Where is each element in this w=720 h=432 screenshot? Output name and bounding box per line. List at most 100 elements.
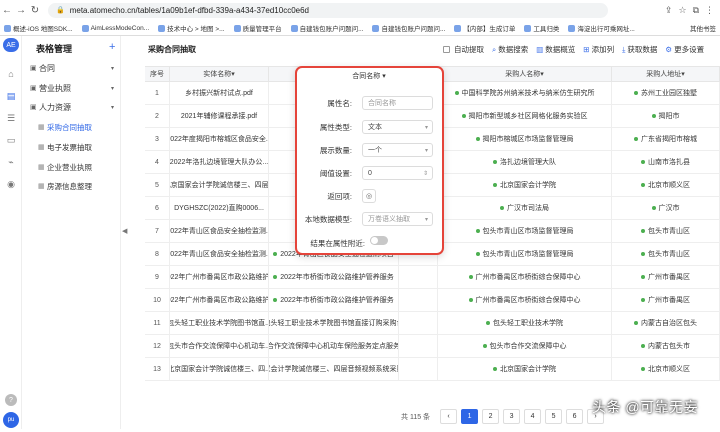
table-cell-buyer[interactable]: 包头市合作交流保障中心	[438, 335, 612, 358]
page-button[interactable]: 6	[566, 409, 584, 424]
table-cell-idx[interactable]: 6	[145, 197, 170, 220]
page-button[interactable]: 5	[545, 409, 563, 424]
table-cell-extra[interactable]	[399, 335, 438, 358]
table-cell-entity[interactable]: 2021年辅修课程承接.pdf	[170, 105, 269, 128]
page-button[interactable]: 2	[482, 409, 500, 424]
table-cell-entity[interactable]: 2022年广州市番禺区市政公路维护...	[170, 289, 269, 312]
table-cell-buyer[interactable]: 揭阳市新型城乡社区网格化服务实验区	[438, 105, 612, 128]
avatar[interactable]: pu	[3, 412, 19, 428]
table-cell-addr[interactable]: 广汉市	[612, 197, 720, 220]
app-logo[interactable]: AE	[3, 38, 19, 52]
table-cell-idx[interactable]: 11	[145, 312, 170, 335]
more-settings-button[interactable]: ⚙ 更多设置	[665, 44, 704, 55]
dialog-title[interactable]: 合同名称 ▾	[297, 71, 441, 81]
header-buyer-name[interactable]: 采购人名称 ▾	[438, 67, 612, 82]
table-cell-entity[interactable]: 包头市合作交流保障中心机动车...	[170, 335, 269, 358]
table-cell-addr[interactable]: 内蒙古自治区包头	[612, 312, 720, 335]
table-cell-entity[interactable]: 2022年度揭阳市榕城区食品安全...	[170, 128, 269, 151]
back-icon[interactable]: ←	[0, 3, 14, 17]
table-cell-contract[interactable]: 包头轻工职业技术学院图书馆直接订购采购合同	[269, 312, 399, 335]
table-cell-extra[interactable]	[399, 358, 438, 381]
table-cell-buyer[interactable]: 包头市青山区市场监督管理局	[438, 220, 612, 243]
bookmark[interactable]: AimLessModeCon...	[81, 24, 149, 32]
table-cell-entity[interactable]: 北京国家会计学院诚信楼三、四层...	[170, 174, 269, 197]
table-cell-extra[interactable]	[399, 289, 438, 312]
bookmark[interactable]: 自建钱包账户问题问...	[372, 23, 445, 33]
table-cell-addr[interactable]: 包头市青山区	[612, 220, 720, 243]
table-cell-addr[interactable]: 北京市顺义区	[612, 358, 720, 381]
menu-icon[interactable]: ⋮	[705, 5, 714, 16]
page-button[interactable]: 4	[524, 409, 542, 424]
table-cell-buyer[interactable]: 北京国家会计学院	[438, 358, 612, 381]
table-cell-entity[interactable]: 北京国家会计学院诚信楼三、四...	[170, 358, 269, 381]
table-cell-idx[interactable]: 13	[145, 358, 170, 381]
header-entity-name[interactable]: 实体名称 ▾	[170, 67, 269, 82]
table-cell-contract[interactable]: 北京国家会计学院诚信楼三、四层音频视频系统采购项目合同	[269, 358, 399, 381]
table-cell-entity[interactable]: 乡村振兴新村试点.pdf	[170, 82, 269, 105]
sidebar-item-business-license[interactable]: ▦ 企业营业执照	[38, 160, 120, 174]
table-cell-addr[interactable]: 包头市青山区	[612, 243, 720, 266]
data-overview-button[interactable]: ▥ 数据概览	[536, 44, 575, 55]
bookmark[interactable]: 技术中心 > 地图 >...	[158, 23, 225, 33]
star-icon[interactable]: ☆	[678, 5, 686, 16]
table-cell-addr[interactable]: 山南市洛扎县	[612, 151, 720, 174]
add-table-button[interactable]: +	[109, 41, 115, 53]
sidebar-group-license[interactable]: ▣ 营业执照 ▾	[30, 81, 120, 95]
other-bookmarks[interactable]: 其他书签	[686, 23, 716, 33]
home-icon[interactable]: ⌂	[5, 68, 17, 80]
table-cell-idx[interactable]: 9	[145, 266, 170, 289]
table-cell-buyer[interactable]: 广州市番禺区市桥街综合保障中心	[438, 266, 612, 289]
table-cell-entity[interactable]: 包头轻工职业技术学院图书馆直...	[170, 312, 269, 335]
table-cell-idx[interactable]: 1	[145, 82, 170, 105]
header-index[interactable]: 序号	[145, 67, 170, 82]
table-cell-entity[interactable]: DYGHSZC(2022)直购0006...	[170, 197, 269, 220]
table-cell-contract[interactable]: 2022年市桥街市政公路维护管养服务	[269, 266, 399, 289]
return-item-picker[interactable]: ◎	[362, 189, 376, 203]
bookmark[interactable]: 工具归类	[524, 23, 559, 33]
table-cell-entity[interactable]: 2022年青山区食品安全抽检监测...	[170, 243, 269, 266]
bookmark[interactable]: 自建钱包账户问题问...	[290, 23, 363, 33]
table-cell-contract[interactable]: 2022年市桥街市政公路维护管养服务	[269, 289, 399, 312]
sidebar-item-invoice[interactable]: ▦ 电子发票抽取	[38, 140, 120, 154]
table-cell-extra[interactable]	[399, 266, 438, 289]
table-cell-buyer[interactable]: 包头市青山区市场监督管理局	[438, 243, 612, 266]
bookmark[interactable]: 质量管理平台	[233, 23, 282, 33]
table-cell-extra[interactable]	[399, 312, 438, 335]
table-cell-addr[interactable]: 广州市番禺区	[612, 266, 720, 289]
list-icon[interactable]: ☰	[5, 112, 17, 124]
add-column-button[interactable]: ⊞ 添加列	[583, 44, 614, 55]
table-cell-entity[interactable]: 2022年青山区食品安全抽检监测...	[170, 220, 269, 243]
table-cell-buyer[interactable]: 北京国家会计学院	[438, 174, 612, 197]
sidebar-group-hr[interactable]: ▣ 人力资源 ▾	[30, 100, 120, 114]
table-cell-entity[interactable]: 2022年洛扎边境管理大队办公...	[170, 151, 269, 174]
table-cell-addr[interactable]: 内蒙古包头市	[612, 335, 720, 358]
bookmark[interactable]: 海淀出行可乘网址...	[568, 23, 635, 33]
local-model-select[interactable]: 万卷语义抽取 ▾	[362, 212, 433, 226]
table-cell-idx[interactable]: 4	[145, 151, 170, 174]
extension-icon[interactable]: ⧉	[693, 5, 699, 16]
page-button[interactable]: 1	[461, 409, 479, 424]
threshold-stepper[interactable]: 0 ⇕	[362, 166, 433, 180]
table-cell-buyer[interactable]: 广汉市司法局	[438, 197, 612, 220]
forward-icon[interactable]: →	[14, 3, 28, 17]
header-buyer-address[interactable]: 采购人地址 ▾	[612, 67, 720, 82]
sidebar-item-housing[interactable]: ▦ 房源信息整理	[38, 179, 120, 193]
bookmark[interactable]: 【内部】生成订单	[454, 23, 515, 33]
table-cell-buyer[interactable]: 中国科学院苏州纳米技术与纳米仿生研究所	[438, 82, 612, 105]
help-icon[interactable]: ?	[5, 394, 17, 406]
table-cell-idx[interactable]: 3	[145, 128, 170, 151]
chart-icon[interactable]: ⌁	[5, 156, 17, 168]
table-cell-idx[interactable]: 12	[145, 335, 170, 358]
reload-icon[interactable]: ↻	[28, 3, 42, 17]
prev-page-button[interactable]: ‹	[440, 409, 458, 424]
table-cell-buyer[interactable]: 揭阳市榕城区市场监督管理局	[438, 128, 612, 151]
page-button[interactable]: 3	[503, 409, 521, 424]
address-bar[interactable]: 🔒 meta.atomecho.cn/tables/1a09b1ef-dfbd-…	[48, 2, 608, 18]
collapse-sidebar-icon[interactable]: ◀	[122, 227, 127, 235]
auto-extract-toggle[interactable]: 自动提取	[443, 44, 484, 55]
table-cell-addr[interactable]: 广东省揭阳市榕城	[612, 128, 720, 151]
table-cell-entity[interactable]: 2022年广州市番禺区市政公路维护...	[170, 266, 269, 289]
table-cell-contract[interactable]: 包头市合作交流保障中心机动车保险服务定点服务采购合同	[269, 335, 399, 358]
display-count-select[interactable]: 一个 ▾	[362, 143, 433, 157]
table-cell-idx[interactable]: 10	[145, 289, 170, 312]
